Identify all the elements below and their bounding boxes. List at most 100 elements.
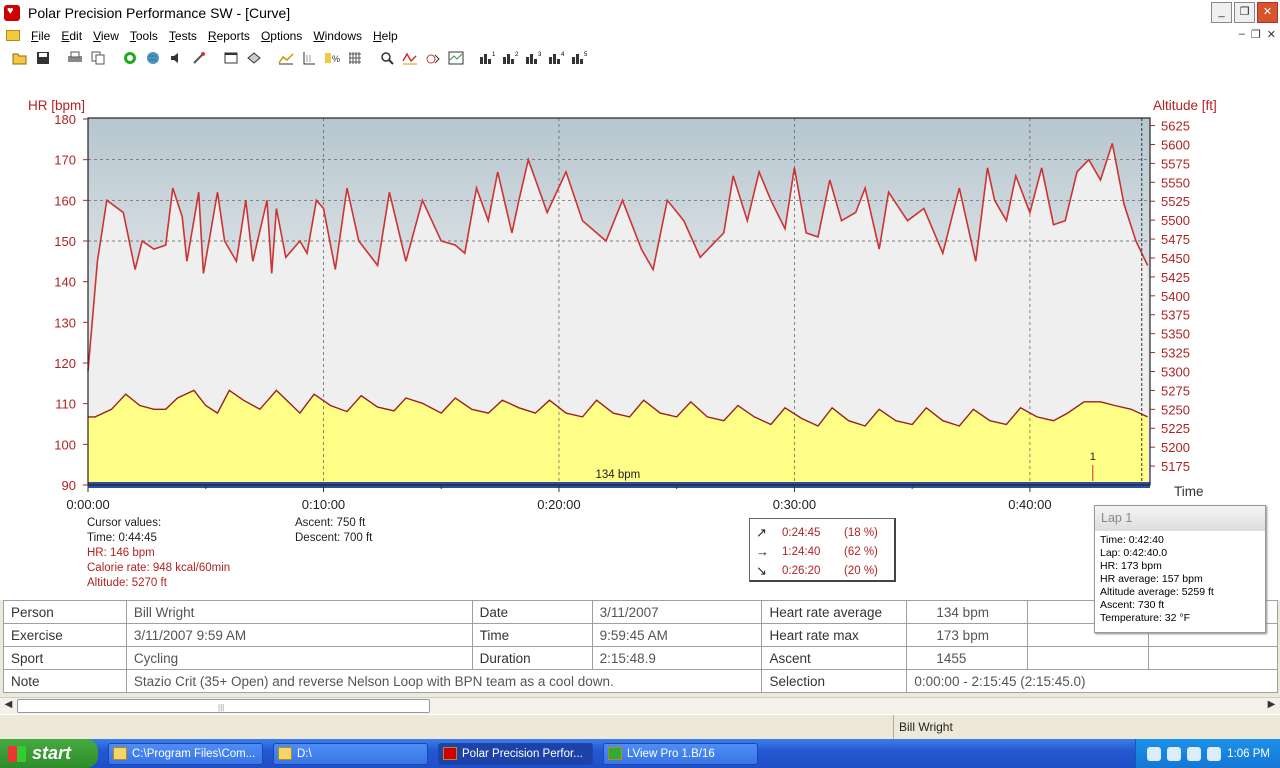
lap-title: Lap 1 [1095,506,1265,531]
bars5-icon[interactable]: 5 [570,49,590,67]
menu-help[interactable]: Help [368,29,404,43]
task-program-files[interactable]: C:\Program Files\Com... [108,742,263,765]
y-left-title: HR [bpm] [28,98,85,113]
duration-label: Duration [471,646,593,670]
person-value[interactable]: Bill Wright [125,600,473,624]
note-value[interactable]: Stazio Crit (35+ Open) and reverse Nelso… [125,669,763,693]
sound-icon[interactable] [166,49,186,67]
mdi-restore-button[interactable]: ❐ [1251,28,1261,41]
help-icon[interactable] [1147,746,1162,761]
menu-tools[interactable]: Tools [125,29,164,43]
graph-icon[interactable] [446,49,466,67]
axis-icon[interactable] [299,49,319,67]
polar-heart-icon[interactable] [4,5,20,21]
sport-value[interactable]: Cycling [125,646,473,670]
exercise-value[interactable]: 3/11/2007 9:59 AM [125,623,473,647]
y-right-tick-label: 5400 [1161,289,1190,304]
tool-icon[interactable] [189,49,209,67]
task-polar[interactable]: Polar Precision Perfor... [438,742,593,765]
date-value[interactable]: 3/11/2007 [591,600,763,624]
time-value[interactable]: 9:59:45 AM [591,623,763,647]
ascent-descent: Ascent: 750 ft Descent: 700 ft [295,516,372,546]
bars2-icon[interactable]: 2 [501,49,521,67]
task-d-drive[interactable]: D:\ [273,742,428,765]
task-label: LView Pro 1.B/16 [627,747,715,760]
y-left-tick-label: 100 [54,437,76,452]
hr-curve-icon[interactable] [400,49,420,67]
minimize-button[interactable]: _ [1211,2,1232,23]
horizontal-scrollbar[interactable]: ◀ ||| ▶ [0,697,1280,714]
start-label: start [32,743,72,763]
descent-value: Descent: 700 ft [295,532,373,544]
menu-view[interactable]: View [88,29,125,43]
document-icon[interactable] [6,30,20,41]
bars3-icon[interactable]: 3 [524,49,544,67]
title-bar: Polar Precision Performance SW - [Curve]… [0,0,1280,26]
speed-icon[interactable] [423,49,443,67]
scroll-right-icon[interactable]: ▶ [1264,699,1279,713]
cursor-hr: HR: 146 bpm [87,547,155,559]
copy-icon[interactable] [88,49,108,67]
table-row: Exercise 3/11/2007 9:59 AM Time 9:59:45 … [3,623,1278,647]
folder-icon [113,747,127,760]
mdi-close-button[interactable]: ✕ [1267,28,1276,41]
sync-icon[interactable] [120,49,140,67]
menu-file[interactable]: File [26,29,56,43]
curve-icon[interactable] [276,49,296,67]
duration-value[interactable]: 2:15:48.9 [591,646,763,670]
cursor-altitude: Altitude: 5270 ft [87,577,167,589]
lap-hr: HR: 173 bpm [1100,560,1162,572]
network-icon[interactable] [1187,746,1202,761]
person-label: Person [3,600,127,624]
bars1-icon[interactable]: 1 [478,49,498,67]
y-right-tick-label: 5500 [1161,213,1190,228]
y-right-tick-label: 5575 [1161,156,1190,171]
lap-altitude-average: Altitude average: 5259 ft [1100,586,1214,598]
y-right-tick-label: 5175 [1161,459,1190,474]
y-left-tick-label: 160 [54,193,76,208]
window-title: Polar Precision Performance SW - [Curve] [28,5,291,21]
task-label: C:\Program Files\Com... [132,747,256,760]
bars4-icon[interactable]: 4 [547,49,567,67]
ascent-value: Ascent: 750 ft [295,517,366,529]
print-icon[interactable] [65,49,85,67]
back-icon[interactable] [1167,746,1182,761]
hr-avg-value: 134 bpm [906,600,1029,624]
book-icon[interactable] [244,49,264,67]
menu-reports[interactable]: Reports [203,29,256,43]
y-left-tick-label: 110 [55,397,76,412]
lview-icon [608,747,622,760]
y-right-tick-label: 5275 [1161,383,1190,398]
save-icon[interactable] [33,49,53,67]
zoom-icon[interactable] [377,49,397,67]
menu-windows[interactable]: Windows [308,29,368,43]
exercise-info-table: Person Bill Wright Date 3/11/2007 Heart … [3,600,1278,693]
scroll-thumb[interactable]: ||| [17,699,430,713]
status-bar: Bill Wright [0,714,1280,740]
scroll-left-icon[interactable]: ◀ [1,699,16,713]
close-button[interactable]: ✕ [1257,2,1278,23]
globe-icon[interactable] [143,49,163,67]
menu-edit[interactable]: Edit [56,29,88,43]
open-icon[interactable] [10,49,30,67]
window-icon[interactable] [221,49,241,67]
y-right-title: Altitude [ft] [1153,98,1217,113]
date-label: Date [471,600,593,624]
svg-text:%: % [332,54,340,64]
slope-summary: ↗ 0:24:45 (18 %) → 1:24:40 (62 %) ↘ 0:26… [749,518,896,582]
mdi-minimize-button[interactable]: – [1239,28,1245,41]
hr-avg-label: Heart rate average [761,600,908,624]
lap-details: Time: 0:42:40 Lap: 0:42:40.0 HR: 173 bpm… [1095,531,1265,628]
menu-options[interactable]: Options [256,29,308,43]
y-right-tick-label: 5625 [1161,119,1190,134]
menu-tests[interactable]: Tests [164,29,203,43]
empty-cell [1148,646,1278,670]
shield-icon[interactable] [1207,746,1222,761]
grid-icon[interactable] [345,49,365,67]
ascent-label: Ascent [761,646,908,670]
percent-icon[interactable]: % [322,49,342,67]
y-left-tick-label: 140 [54,275,76,290]
restore-button[interactable]: ❐ [1234,2,1255,23]
start-button[interactable]: start [0,739,98,768]
task-lview[interactable]: LView Pro 1.B/16 [603,742,758,765]
